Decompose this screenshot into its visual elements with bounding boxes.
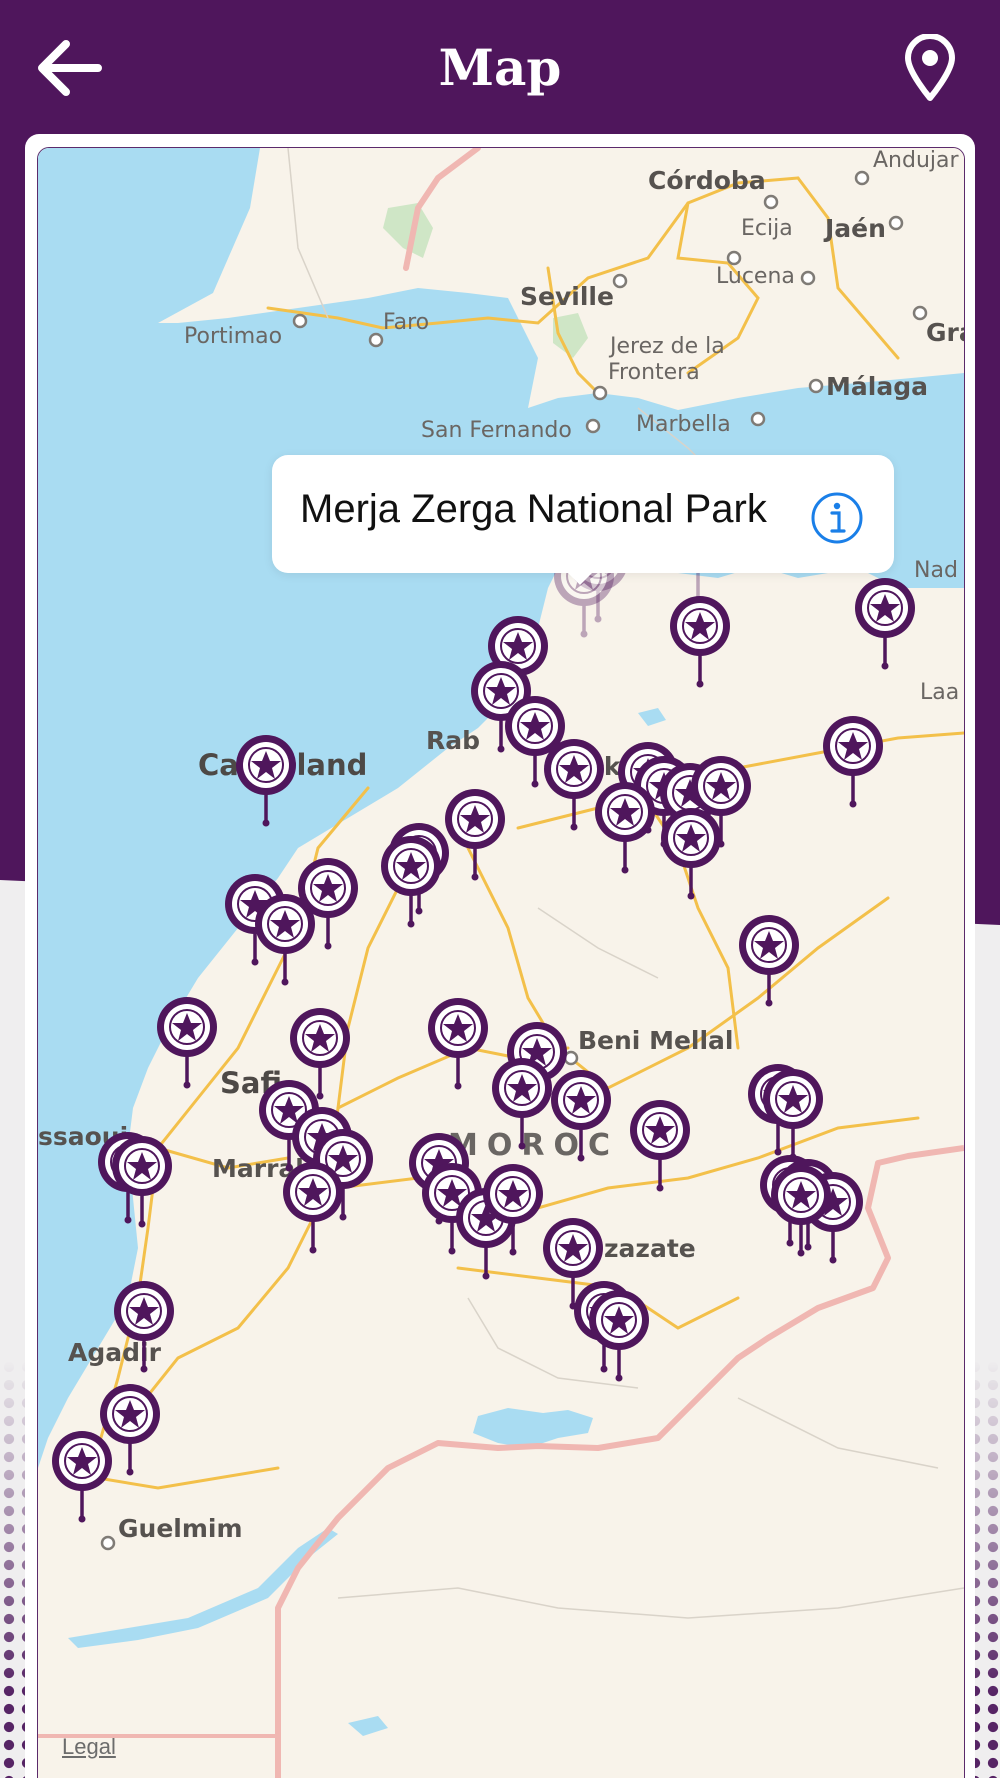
star-pin-icon — [381, 836, 441, 928]
info-button[interactable] — [810, 491, 864, 545]
map-marker[interactable] — [253, 892, 317, 986]
map-label: Córdoba — [648, 166, 766, 195]
callout-arrow — [560, 565, 600, 585]
map-label: Lucena — [716, 264, 795, 289]
page-title: Map — [438, 38, 562, 97]
map-marker[interactable] — [155, 995, 219, 1089]
star-pin-icon — [630, 1100, 690, 1192]
star-pin-icon — [428, 998, 488, 1090]
map-label: Seville — [520, 282, 614, 311]
star-pin-icon — [52, 1431, 112, 1523]
star-pin-icon — [595, 782, 655, 874]
map-label: Faro — [383, 310, 430, 335]
map-marker[interactable] — [281, 1160, 345, 1254]
map-label: Ecija — [741, 216, 793, 241]
star-pin-icon — [661, 808, 721, 900]
map-label: San Fernando — [421, 418, 572, 443]
map-label: Portimao — [184, 324, 283, 349]
star-pin-icon — [236, 735, 296, 827]
map-marker[interactable] — [50, 1429, 114, 1523]
star-pin-icon — [483, 1164, 543, 1256]
star-pin-icon — [855, 578, 915, 670]
map-marker[interactable] — [112, 1279, 176, 1373]
arrow-left-icon — [38, 40, 102, 96]
map-marker[interactable] — [549, 1068, 613, 1162]
map-label: Frontera — [608, 360, 700, 385]
callout-title: Merja Zerga National Park — [300, 487, 767, 531]
star-pin-icon — [589, 1290, 649, 1382]
legal-link[interactable]: Legal — [62, 1734, 116, 1760]
map-label: zazate — [604, 1234, 696, 1263]
map-marker[interactable] — [737, 913, 801, 1007]
map-marker[interactable] — [668, 594, 732, 688]
map-marker[interactable] — [490, 1056, 554, 1150]
star-pin-icon — [739, 915, 799, 1007]
star-pin-icon — [255, 894, 315, 986]
map-label: Andujar — [873, 148, 959, 173]
top-bar: Map — [0, 0, 1000, 134]
map-marker[interactable] — [587, 1288, 651, 1382]
map-marker[interactable] — [110, 1134, 174, 1228]
map-label: Málaga — [826, 372, 928, 401]
map-marker[interactable] — [659, 806, 723, 900]
map-marker[interactable] — [761, 1067, 825, 1161]
app-screen: Map Córdoba Andujar Ecija Jaén Seville L… — [0, 0, 1000, 1778]
star-pin-icon — [112, 1136, 172, 1228]
location-button[interactable] — [900, 33, 960, 102]
info-icon — [811, 492, 863, 544]
map-marker[interactable] — [628, 1098, 692, 1192]
map-label: Jerez de la — [610, 334, 725, 359]
map-label: Guelmim — [118, 1514, 243, 1543]
map-marker[interactable] — [593, 780, 657, 874]
map-label: Jaén — [825, 214, 886, 243]
star-pin-icon — [771, 1165, 831, 1257]
map-marker[interactable] — [379, 834, 443, 928]
location-pin-icon — [905, 33, 955, 101]
map-label: Marbella — [636, 412, 731, 437]
map-marker[interactable] — [443, 787, 507, 881]
map-label: Nad — [914, 558, 958, 583]
map-marker[interactable] — [769, 1163, 833, 1257]
map-marker[interactable] — [481, 1162, 545, 1256]
star-pin-icon — [445, 789, 505, 881]
star-pin-icon — [763, 1069, 823, 1161]
star-pin-icon — [670, 596, 730, 688]
map-label: Beni Mellal — [578, 1026, 734, 1055]
star-pin-icon — [551, 1070, 611, 1162]
map-marker[interactable] — [234, 733, 298, 827]
back-button[interactable] — [36, 38, 106, 98]
star-pin-icon — [823, 716, 883, 808]
star-pin-icon — [283, 1162, 343, 1254]
map-marker[interactable] — [821, 714, 885, 808]
star-pin-icon — [157, 997, 217, 1089]
map-callout[interactable]: Merja Zerga National Park — [272, 455, 894, 585]
star-pin-icon — [114, 1281, 174, 1373]
map-marker[interactable] — [426, 996, 490, 1090]
star-pin-icon — [492, 1058, 552, 1150]
map-view[interactable]: Córdoba Andujar Ecija Jaén Seville Lucen… — [37, 147, 965, 1778]
map-label: Gra — [926, 318, 964, 347]
map-marker[interactable] — [853, 576, 917, 670]
map-label: Laa — [920, 680, 960, 705]
